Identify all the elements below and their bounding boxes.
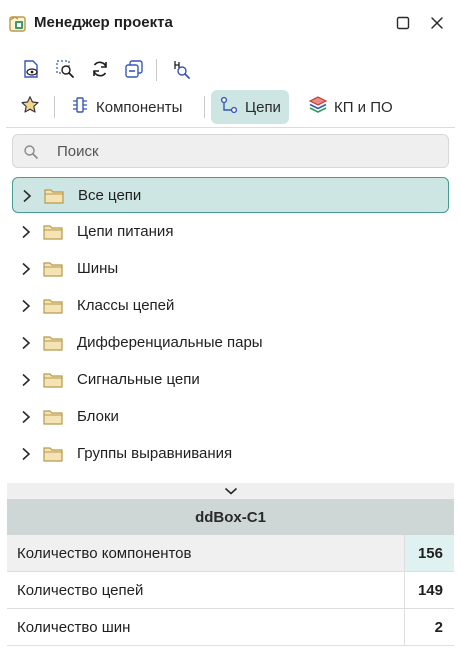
- folder-icon: [43, 224, 63, 240]
- tab-bar: Компоненты Цепи КП и ПО: [0, 88, 461, 126]
- tree-item-label: Сигнальные цепи: [77, 371, 200, 388]
- properties-row: Количество шин 2: [7, 609, 454, 646]
- chevron-right-icon[interactable]: [21, 189, 33, 203]
- find-net-icon[interactable]: [168, 56, 194, 82]
- collapse-all-icon[interactable]: [121, 56, 147, 82]
- tab-components[interactable]: Компоненты: [62, 90, 190, 124]
- tab-nets-label: Цепи: [245, 98, 281, 116]
- folder-icon: [43, 335, 63, 351]
- chevron-right-icon[interactable]: [20, 447, 32, 461]
- property-label: Количество цепей: [17, 582, 144, 599]
- window-title: Менеджер проекта: [34, 14, 173, 31]
- refresh-icon[interactable]: [87, 56, 113, 82]
- tab-nets[interactable]: Цепи: [211, 90, 289, 124]
- toolbar-separator: [156, 59, 157, 81]
- folder-icon: [43, 372, 63, 388]
- project-manager-icon: [8, 13, 28, 33]
- chevron-right-icon[interactable]: [20, 299, 32, 313]
- property-value: 2: [404, 609, 454, 645]
- properties-header: ddBox-C1: [7, 499, 454, 535]
- folder-icon: [43, 409, 63, 425]
- tree-item-blocks[interactable]: Блоки: [12, 399, 449, 435]
- toolbar: [0, 52, 461, 88]
- tree-item-signal-nets[interactable]: Сигнальные цепи: [12, 362, 449, 398]
- tree-item-label: Классы цепей: [77, 297, 175, 314]
- component-icon: [70, 95, 90, 119]
- star-icon: [20, 95, 40, 119]
- folder-icon: [44, 188, 64, 204]
- document-view-icon[interactable]: [18, 56, 44, 82]
- tab-components-label: Компоненты: [96, 98, 183, 116]
- search-icon: [23, 144, 39, 160]
- tab-separator: [54, 96, 55, 118]
- tree-item-buses[interactable]: Шины: [12, 251, 449, 287]
- tree-item-label: Цепи питания: [77, 223, 174, 240]
- net-icon: [219, 95, 239, 119]
- tabs-divider: [6, 127, 455, 128]
- chevron-right-icon[interactable]: [20, 410, 32, 424]
- properties-row: Количество компонентов 156: [7, 535, 454, 572]
- folder-icon: [43, 261, 63, 277]
- property-label: Количество шин: [17, 619, 131, 636]
- property-label: Количество компонентов: [17, 545, 192, 562]
- tree-item-match-groups[interactable]: Группы выравнивания: [12, 436, 449, 472]
- tree-item-label: Блоки: [77, 408, 119, 425]
- tree-item-label: Дифференциальные пары: [77, 334, 263, 351]
- search-input[interactable]: [57, 135, 437, 167]
- tree-item-label: Шины: [77, 260, 119, 277]
- tab-pads-vias[interactable]: КП и ПО: [300, 90, 401, 124]
- zoom-select-icon[interactable]: [52, 56, 78, 82]
- properties-row: Количество цепей 149: [7, 572, 454, 609]
- tree-item-power-nets[interactable]: Цепи питания: [12, 214, 449, 250]
- chevron-right-icon[interactable]: [20, 225, 32, 239]
- tree-item-all-nets[interactable]: Все цепи: [12, 177, 449, 213]
- tab-pads-vias-label: КП и ПО: [334, 98, 393, 116]
- folder-icon: [43, 446, 63, 462]
- search-box: [12, 134, 449, 168]
- tab-separator: [204, 96, 205, 118]
- property-value: 149: [404, 572, 454, 608]
- close-button[interactable]: [427, 13, 447, 33]
- maximize-button[interactable]: [393, 13, 413, 33]
- tree-item-label: Все цепи: [78, 187, 142, 204]
- chevron-right-icon[interactable]: [20, 262, 32, 276]
- chevron-right-icon[interactable]: [20, 373, 32, 387]
- layers-icon: [308, 95, 328, 119]
- tree-item-diff-pairs[interactable]: Дифференциальные пары: [12, 325, 449, 361]
- chevron-down-icon: [224, 483, 238, 500]
- tab-favorites[interactable]: [12, 90, 46, 124]
- chevron-right-icon[interactable]: [20, 336, 32, 350]
- property-value: 156: [404, 535, 454, 571]
- tree-item-label: Группы выравнивания: [77, 445, 233, 462]
- tree-item-net-classes[interactable]: Классы цепей: [12, 288, 449, 324]
- folder-icon: [43, 298, 63, 314]
- collapse-panel-button[interactable]: [7, 483, 454, 499]
- title-bar: Менеджер проекта: [0, 0, 461, 46]
